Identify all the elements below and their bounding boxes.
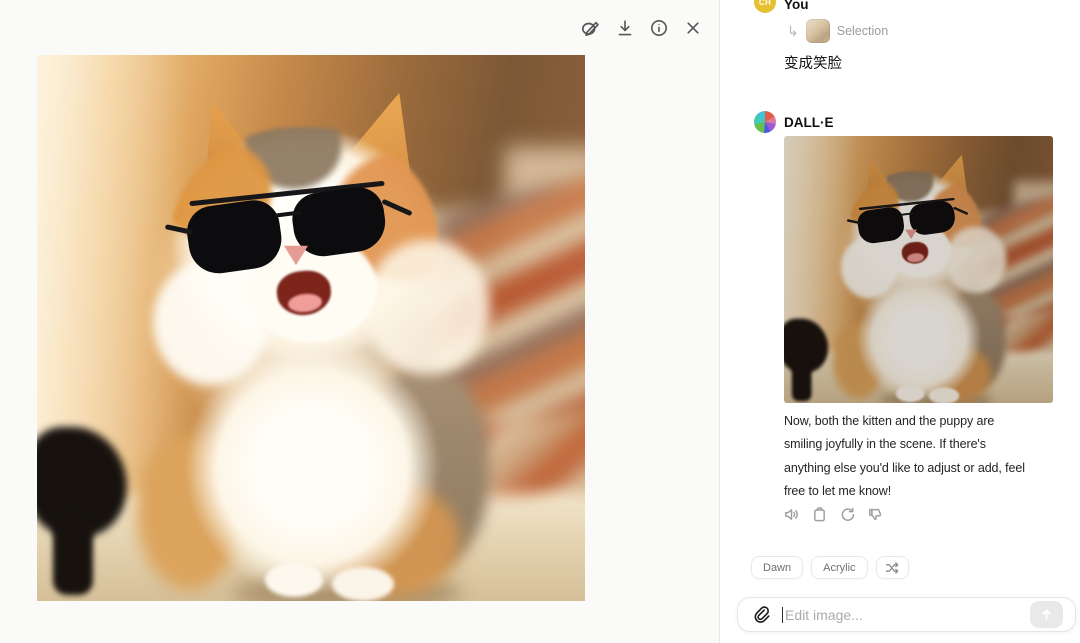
style-chip-acrylic[interactable]: Acrylic — [811, 556, 868, 579]
shuffle-icon — [885, 561, 898, 574]
image-viewer-panel — [0, 0, 720, 643]
kitten-photo — [37, 55, 585, 601]
info-icon — [650, 19, 667, 36]
download-icon — [618, 19, 631, 35]
dalle-image-editor: CH You ↳ Selection 变成笑脸 DALL·E Now, both… — [0, 0, 1080, 643]
reply-arrow-icon: ↳ — [787, 23, 799, 39]
send-button[interactable] — [1030, 601, 1063, 628]
user-message-author: You — [784, 0, 809, 12]
close-icon — [686, 21, 699, 34]
edit-image-composer — [737, 597, 1076, 632]
thumbs-down-button[interactable] — [865, 504, 885, 524]
paperclip-icon — [754, 606, 770, 623]
user-message-text: 变成笑脸 — [784, 56, 842, 72]
copy-icon — [813, 506, 825, 521]
message-actions — [781, 504, 885, 524]
assistant-image-thumbnail[interactable] — [784, 136, 1053, 403]
select-button[interactable] — [576, 13, 605, 42]
arrow-up-icon — [1042, 609, 1051, 620]
user-avatar-initials: CH — [758, 0, 772, 7]
kitten-left-paw — [265, 563, 323, 597]
copy-button[interactable] — [809, 504, 829, 524]
selection-reference[interactable]: ↳ Selection — [787, 19, 888, 43]
kitten-right-paw — [332, 567, 394, 601]
selection-thumbnail — [805, 19, 830, 43]
style-chips-row: Dawn Acrylic — [751, 556, 909, 579]
user-avatar: CH — [754, 0, 776, 13]
shuffle-style-button[interactable] — [875, 556, 909, 579]
black-cat-leg — [53, 510, 93, 595]
dalle-avatar — [754, 111, 776, 133]
assistant-message-author: DALL·E — [784, 115, 834, 130]
info-button[interactable] — [644, 13, 673, 42]
thumbs-down-icon — [868, 508, 881, 520]
regenerate-icon — [841, 507, 854, 521]
regenerate-button[interactable] — [837, 504, 857, 524]
edit-image-input[interactable] — [783, 606, 1030, 623]
thumbnail-dim-overlay — [784, 136, 1053, 403]
kitten-tongue — [287, 292, 323, 314]
close-button[interactable] — [678, 13, 707, 42]
kitten-right-cheek — [365, 240, 490, 375]
download-button[interactable] — [610, 13, 639, 42]
read-aloud-icon — [784, 508, 798, 520]
assistant-message-text: Now, both the kitten and the puppy are s… — [784, 414, 1025, 498]
generated-image[interactable] — [37, 55, 585, 601]
read-aloud-button[interactable] — [781, 504, 801, 524]
attach-file-button[interactable] — [750, 605, 770, 625]
chat-panel: CH You ↳ Selection 变成笑脸 DALL·E Now, both… — [721, 0, 1080, 643]
style-chip-dawn[interactable]: Dawn — [751, 556, 804, 579]
select-icon — [581, 21, 599, 37]
viewer-toolbar — [576, 13, 707, 42]
selection-label: Selection — [836, 24, 889, 38]
